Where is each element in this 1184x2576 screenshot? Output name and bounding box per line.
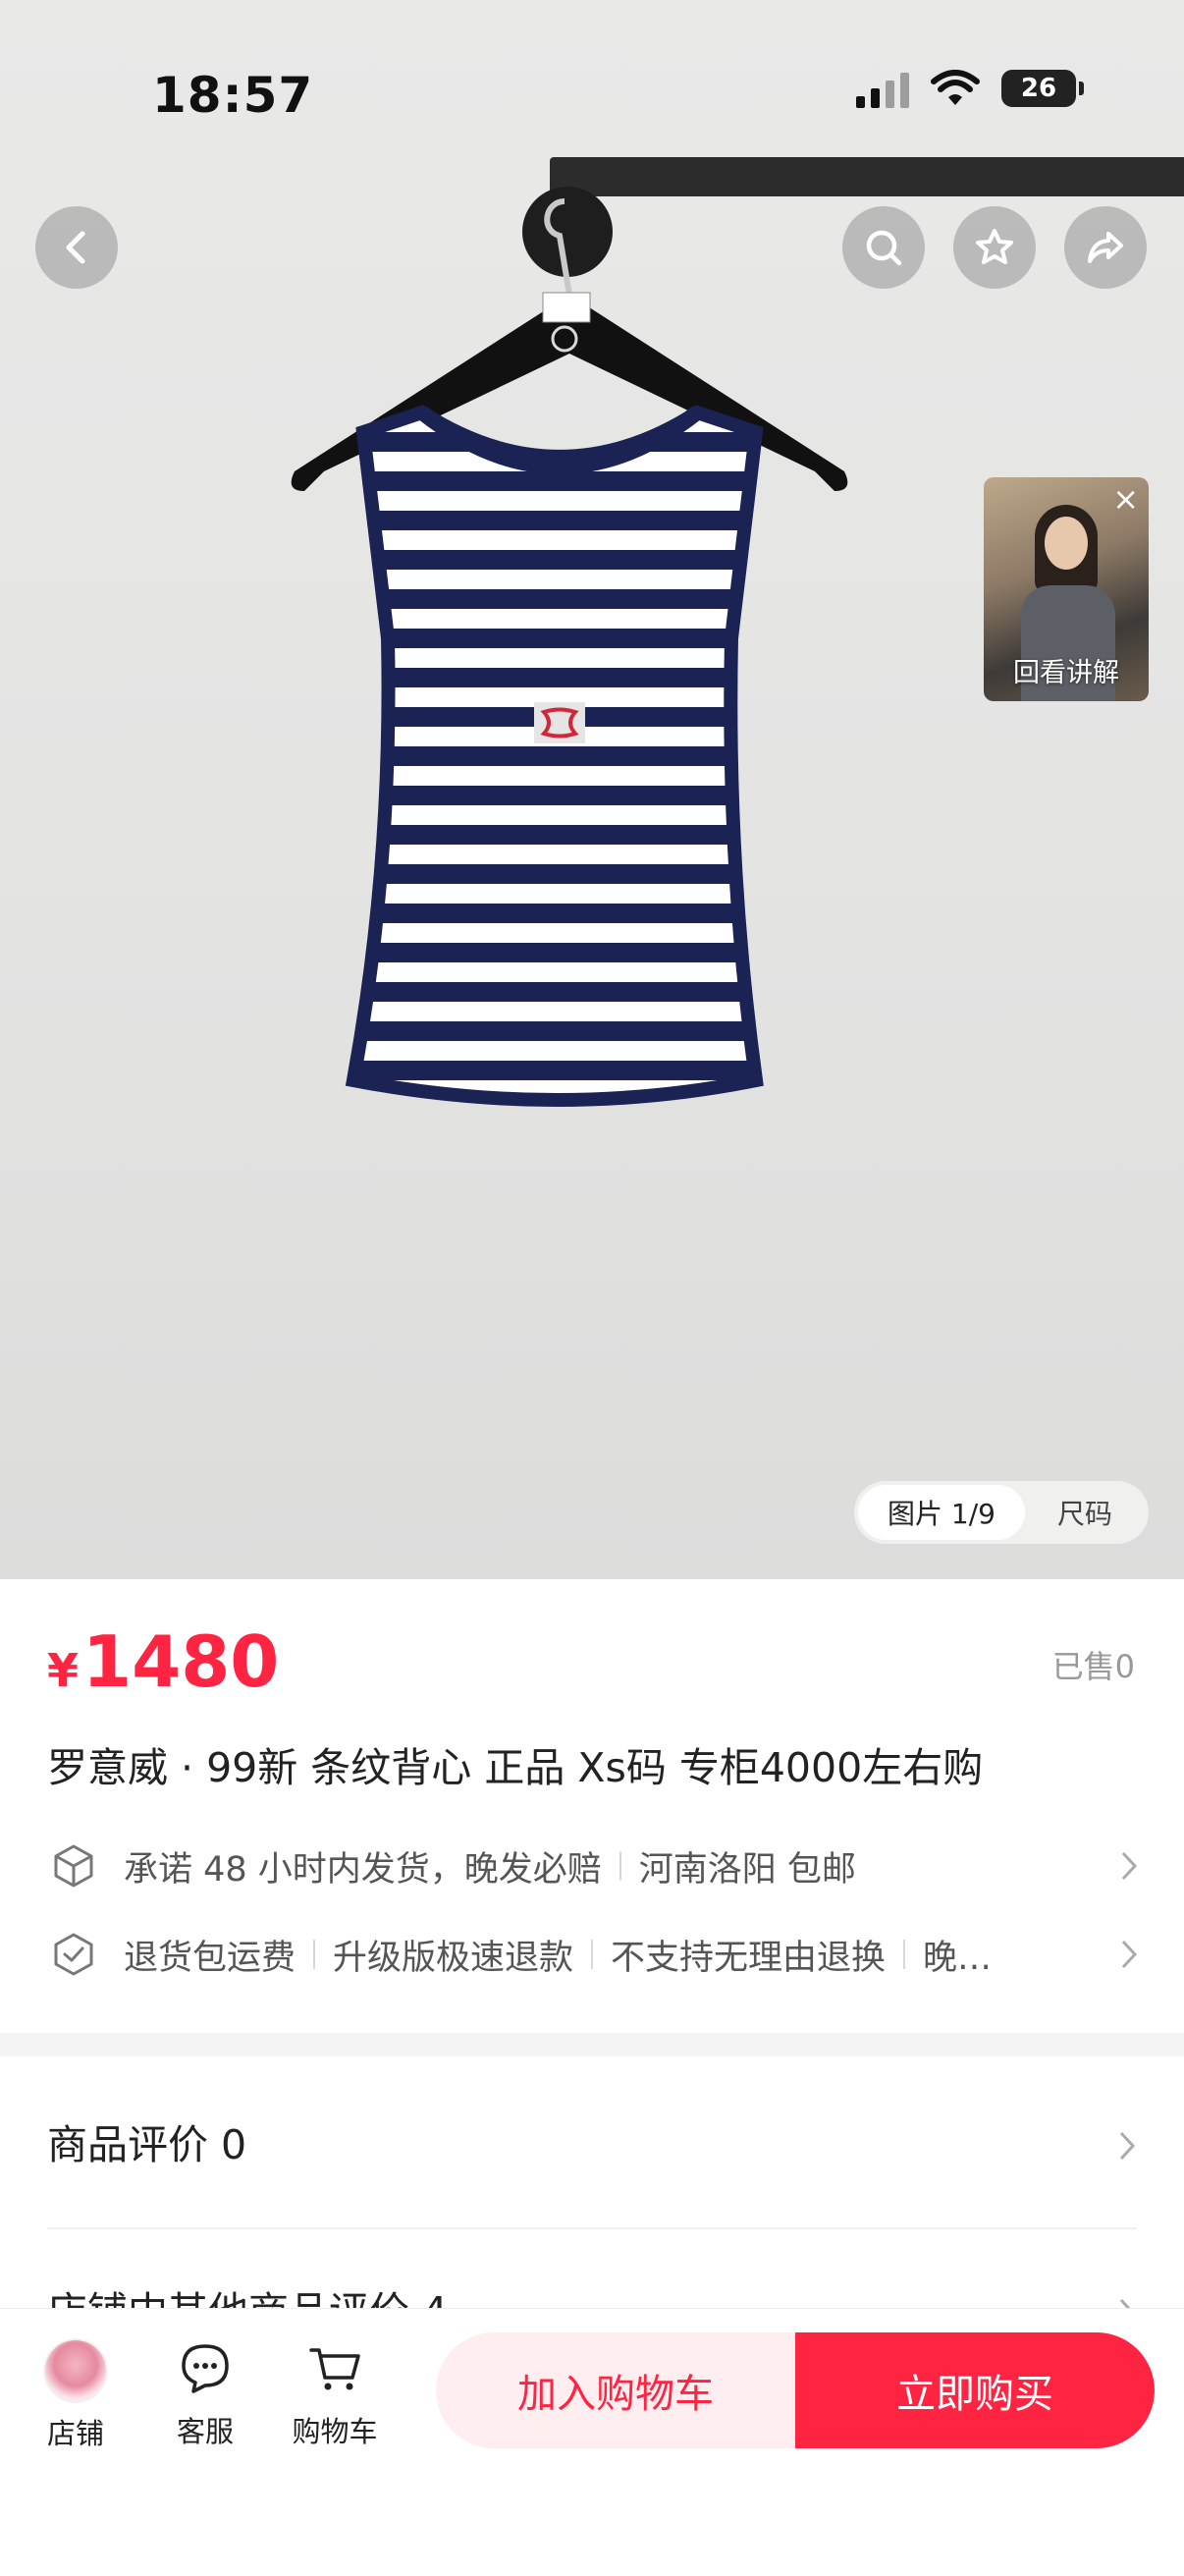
status-time: 18:57 (152, 67, 314, 124)
separator (313, 1940, 316, 1969)
product-photo (291, 198, 848, 1107)
chevron-right-icon (1119, 2131, 1136, 2161)
battery-indicator: 26 (1001, 70, 1084, 107)
divider (47, 2227, 1137, 2229)
shop-tab[interactable]: 店铺 (22, 2338, 130, 2452)
shop-tab-label: 店铺 (46, 2417, 104, 2450)
chevron-right-icon (1121, 1940, 1138, 1969)
search-icon (866, 230, 902, 266)
live-replay-label: 回看讲解 (1013, 658, 1119, 688)
chevron-left-icon (66, 231, 85, 264)
price: ¥ 1480 (47, 1620, 279, 1703)
price-value: 1480 (82, 1620, 280, 1703)
currency-symbol: ¥ (47, 1644, 80, 1697)
back-button[interactable] (35, 206, 118, 289)
share-icon (1088, 232, 1123, 263)
image-count-tab[interactable]: 图片 1/9 (858, 1485, 1025, 1540)
share-button[interactable] (1064, 206, 1147, 289)
favorite-button[interactable] (953, 206, 1036, 289)
product-reviews-label: 商品评价 0 (47, 2121, 247, 2168)
product-reviews-row[interactable]: 商品评价 0 (47, 2111, 1137, 2180)
presenter-face (1045, 517, 1088, 570)
star-icon (976, 229, 1013, 264)
service-info-row[interactable]: 退货包运费 升级版极速退款 不支持无理由退换 晚… (49, 1925, 1139, 1984)
chevron-right-icon (1121, 1851, 1138, 1881)
service-fast-refund: 升级版极速退款 (333, 1938, 574, 1978)
shop-avatar (43, 2338, 108, 2403)
bottom-action-bar: 店铺 客服 购物车 加入购物车 立即购买 (0, 2308, 1184, 2576)
search-button[interactable] (842, 206, 925, 289)
service-no-return: 不支持无理由退换 (611, 1938, 887, 1978)
sold-count: 已售0 (1051, 1648, 1135, 1685)
live-replay-thumbnail[interactable]: × 回看讲解 (984, 477, 1149, 701)
shipping-info-row[interactable]: 承诺 48 小时内发货，晚发必赔 河南洛阳 包邮 (49, 1836, 1139, 1895)
cart-tab-label: 购物车 (292, 2415, 378, 2448)
size-tab[interactable]: 尺码 (1025, 1493, 1145, 1532)
shipping-origin: 河南洛阳 包邮 (638, 1849, 856, 1890)
customer-service-tab[interactable]: 客服 (151, 2338, 259, 2450)
close-icon[interactable]: × (1112, 483, 1139, 515)
cellular-signal-icon (856, 69, 909, 108)
status-icons: 26 (856, 69, 1084, 108)
separator (619, 1851, 621, 1881)
package-icon (54, 1844, 93, 1888)
cart-tab[interactable]: 购物车 (281, 2338, 389, 2450)
wifi-icon (931, 70, 980, 105)
add-to-cart-button[interactable]: 加入购物车 (436, 2332, 795, 2448)
shipping-promise: 承诺 48 小时内发货，晚发必赔 (124, 1849, 602, 1890)
separator (591, 1940, 594, 1969)
service-return-shipping: 退货包运费 (124, 1938, 296, 1978)
product-title: 罗意威 · 99新 条纹背心 正品 Xs码 专柜4000左右购 (47, 1744, 984, 1791)
product-image-carousel[interactable]: 18:57 26 × 回看讲解 图片 1/9 尺码 (0, 0, 1184, 1579)
image-indicator[interactable]: 图片 1/9 尺码 (854, 1481, 1149, 1544)
separator (903, 1940, 906, 1969)
shield-check-icon (54, 1933, 93, 1976)
section-divider (0, 2033, 1184, 2056)
service-more: 晚… (923, 1938, 993, 1978)
shopping-cart-icon (309, 2348, 360, 2390)
buy-now-button[interactable]: 立即购买 (795, 2332, 1155, 2448)
customer-service-label: 客服 (176, 2415, 234, 2448)
chat-bubble-icon (182, 2344, 229, 2393)
